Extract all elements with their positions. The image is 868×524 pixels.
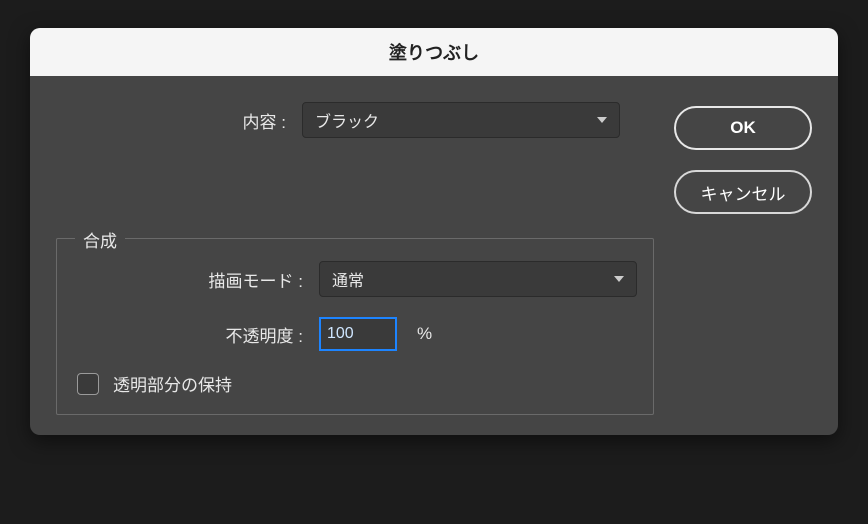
cancel-button[interactable]: キャンセル bbox=[674, 170, 812, 214]
blend-mode-row: 描画モード : 通常 bbox=[73, 261, 637, 297]
opacity-unit: % bbox=[417, 324, 432, 344]
dialog-title: 塗りつぶし bbox=[389, 39, 479, 65]
compositing-legend: 合成 bbox=[75, 227, 125, 252]
blend-mode-select[interactable]: 通常 bbox=[319, 261, 637, 297]
content-select[interactable]: ブラック bbox=[302, 102, 620, 138]
opacity-label: 不透明度 : bbox=[73, 322, 319, 347]
dialog-titlebar: 塗りつぶし bbox=[30, 28, 838, 76]
content-row: 内容 : ブラック bbox=[56, 102, 654, 138]
cancel-button-label: キャンセル bbox=[701, 180, 786, 205]
preserve-transparency-row: 透明部分の保持 bbox=[73, 371, 637, 396]
left-column: 内容 : ブラック 合成 描画モード : 通常 不透明度 : bbox=[56, 102, 654, 415]
opacity-row: 不透明度 : % bbox=[73, 317, 637, 351]
ok-button-label: OK bbox=[730, 118, 756, 138]
blend-mode-value: 通常 bbox=[332, 267, 364, 291]
right-column: OK キャンセル bbox=[674, 102, 812, 415]
blend-mode-label: 描画モード : bbox=[73, 267, 319, 292]
fill-dialog: 塗りつぶし 内容 : ブラック 合成 描画モード : 通常 bbox=[30, 28, 838, 435]
preserve-transparency-checkbox[interactable] bbox=[77, 373, 99, 395]
ok-button[interactable]: OK bbox=[674, 106, 812, 150]
content-select-value: ブラック bbox=[315, 108, 379, 132]
chevron-down-icon bbox=[614, 276, 624, 282]
content-label: 内容 : bbox=[56, 108, 302, 133]
chevron-down-icon bbox=[597, 117, 607, 123]
dialog-body: 内容 : ブラック 合成 描画モード : 通常 不透明度 : bbox=[30, 76, 838, 435]
preserve-transparency-label: 透明部分の保持 bbox=[113, 371, 232, 396]
compositing-fieldset: 合成 描画モード : 通常 不透明度 : % 透明部分の保持 bbox=[56, 238, 654, 415]
opacity-input[interactable] bbox=[319, 317, 397, 351]
